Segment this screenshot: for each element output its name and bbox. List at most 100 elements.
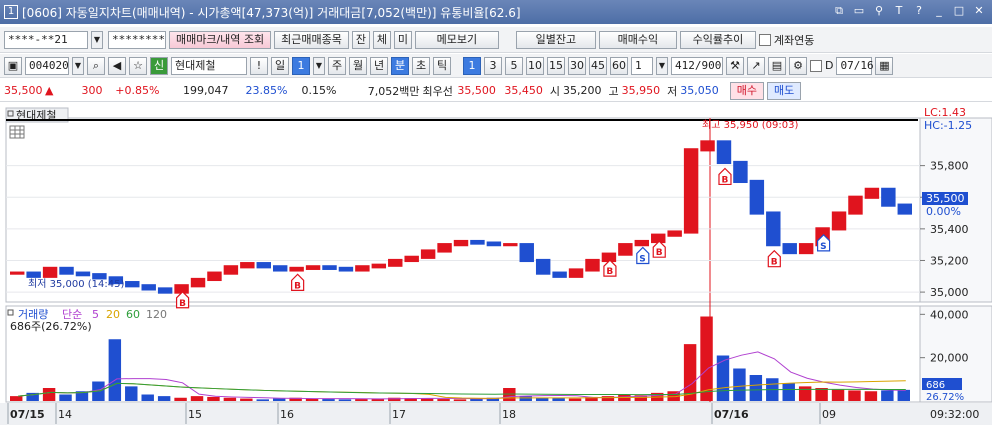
period-tick-tab[interactable]: 틱 <box>433 56 451 75</box>
recent-trades-button[interactable]: 최근매매종목 <box>274 30 349 49</box>
interval-10-button[interactable]: 10 <box>526 56 544 75</box>
quote-bar: 35,500 ▲ 300 +0.85% 199,047 23.85% 0.15%… <box>0 80 992 102</box>
account-toolbar: ****-**21 ▼ ******** 매매마크/내역 조회 최근매매종목 잔… <box>0 27 992 53</box>
period-month-tab[interactable]: 월 <box>349 56 367 75</box>
volume-bar <box>798 386 812 401</box>
trade-profit-button[interactable]: 매매수익 <box>598 30 677 49</box>
volume-bar <box>240 398 253 401</box>
date-field[interactable]: 07/16 <box>836 56 874 75</box>
interval-1-button[interactable]: 1 <box>463 56 481 75</box>
save-icon[interactable]: ▤ <box>768 56 786 75</box>
jan-button[interactable]: 잔 <box>351 30 370 49</box>
volume-bar <box>815 388 828 401</box>
current-price-tag: 35,500 <box>926 192 965 205</box>
period-num-field[interactable]: 1 <box>292 56 310 75</box>
vol-legend-ma5: 5 <box>92 308 99 321</box>
minimize-icon[interactable]: ▭ <box>852 4 866 18</box>
period-dropdown-icon[interactable]: ▼ <box>313 56 325 75</box>
price-candle <box>667 230 682 237</box>
interval-60-button[interactable]: 60 <box>610 56 628 75</box>
stock-name-field[interactable]: 현대제철 <box>171 56 247 75</box>
account-dropdown-icon[interactable]: ▼ <box>91 30 103 49</box>
volume-bar <box>881 390 894 401</box>
trade-mark-button[interactable]: 매매마크/내역 조회 <box>169 30 272 49</box>
time-axis-label: 07/15 <box>10 408 45 421</box>
profit-trend-button[interactable]: 수익률추이 <box>679 30 756 49</box>
period-minute-tab[interactable]: 분 <box>391 56 409 75</box>
mi-button[interactable]: 미 <box>393 30 412 49</box>
help-icon[interactable]: ? <box>912 4 926 18</box>
price-candle <box>453 239 469 247</box>
favorite-icon[interactable]: ☆ <box>129 56 147 75</box>
time-axis-label: 09 <box>822 408 836 421</box>
draw-icon[interactable]: ↗ <box>747 56 765 75</box>
price-candle <box>388 258 403 267</box>
period-day-tab[interactable]: 일 <box>271 56 289 75</box>
interval-select[interactable]: 1 <box>631 56 653 75</box>
time-axis-label: 16 <box>280 408 294 421</box>
volume-bar <box>157 396 171 401</box>
time-axis-label: 14 <box>58 408 72 421</box>
memo-button[interactable]: 메모보기 <box>414 30 499 49</box>
volume-bar <box>207 396 220 401</box>
volume-bar <box>733 368 746 401</box>
calendar-icon[interactable]: ▦ <box>875 56 894 75</box>
best-bid: 35,450 <box>504 84 543 97</box>
volume-bar <box>256 399 269 401</box>
marker-label: S <box>820 242 826 252</box>
volume-tick-label: 20,000 <box>930 352 969 365</box>
search-icon[interactable]: ⌕ <box>87 56 105 75</box>
volume-bar <box>59 394 72 401</box>
alert-icon[interactable]: ! <box>250 56 268 75</box>
speaker-icon[interactable]: ◀ <box>108 56 126 75</box>
price-candle <box>256 262 271 269</box>
best-ask: 35,500 <box>457 84 496 97</box>
chart-area[interactable]: 현대제철 BBBSBBBS 35,80035,60035,40035,20035… <box>0 104 992 425</box>
price-candle <box>420 249 436 259</box>
password-field[interactable]: ******** <box>108 30 166 49</box>
price-change: 300 <box>81 84 103 97</box>
chart-svg[interactable]: 현대제철 BBBSBBBS 35,80035,60035,40035,20035… <box>0 104 992 425</box>
date-checkbox[interactable] <box>810 59 822 72</box>
stock-code-dropdown-icon[interactable]: ▼ <box>72 56 84 75</box>
buy-button[interactable]: 매수 <box>729 81 764 100</box>
daily-balance-button[interactable]: 일별잔고 <box>515 30 596 49</box>
che-button[interactable]: 체 <box>372 30 391 49</box>
close-icon[interactable]: ✕ <box>972 4 986 18</box>
account-field[interactable]: ****-**21 <box>4 30 88 49</box>
price-candle <box>338 266 354 272</box>
vol-legend-ma60: 60 <box>126 308 140 321</box>
period-week-tab[interactable]: 주 <box>328 56 346 75</box>
volume-bar <box>831 389 845 401</box>
account-link-checkbox[interactable] <box>758 33 771 46</box>
interval-45-button[interactable]: 45 <box>589 56 607 75</box>
stock-code-field[interactable]: 004020 <box>25 56 69 75</box>
interval-3-button[interactable]: 3 <box>484 56 502 75</box>
interval-15-button[interactable]: 15 <box>547 56 565 75</box>
marker-label: B <box>294 281 301 291</box>
interval-dropdown-icon[interactable]: ▼ <box>656 56 668 75</box>
settings-gear-icon[interactable]: ⚙ <box>789 56 807 75</box>
sell-button[interactable]: 매도 <box>766 81 802 100</box>
count-field[interactable]: 412/900 <box>671 56 723 75</box>
period-second-tab[interactable]: 초 <box>412 56 430 75</box>
low-price: 35,050 <box>680 84 719 97</box>
font-icon[interactable]: T <box>892 4 906 18</box>
period-year-tab[interactable]: 년 <box>370 56 388 75</box>
volume-bar <box>272 398 286 401</box>
current-price: 35,500 <box>4 84 43 97</box>
maximize-icon[interactable]: □ <box>952 4 966 18</box>
restore-icon[interactable]: ⧉ <box>832 4 846 18</box>
price-candle <box>240 262 255 269</box>
tools-icon[interactable]: ⚒ <box>726 56 744 75</box>
volume-bar <box>10 396 23 401</box>
interval-30-button[interactable]: 30 <box>568 56 586 75</box>
minimize2-icon[interactable]: _ <box>932 4 946 18</box>
price-candle <box>157 287 173 294</box>
pin-icon[interactable]: ⚲ <box>872 4 886 18</box>
layout-icon[interactable]: ▣ <box>4 56 22 75</box>
interval-5-button[interactable]: 5 <box>505 56 523 75</box>
price-candle <box>864 187 880 199</box>
volume-bar <box>322 399 335 401</box>
price-candle <box>305 265 321 270</box>
